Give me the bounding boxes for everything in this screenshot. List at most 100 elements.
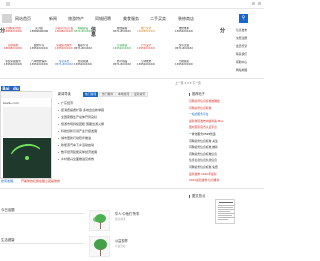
category-cell-phone: 0571-85XXXXXX (113, 30, 131, 34)
category-cell[interactable]: 营销策划 18698XXXXXX (4, 44, 22, 50)
news-row[interactable]: 数字经济赋能实体经济发展 (58, 149, 178, 156)
news-row[interactable]: 旅游市场持续回暖 假期出游火爆 (58, 121, 178, 128)
document-thumbnail[interactable] (215, 199, 235, 224)
page-link[interactable]: 1 (184, 81, 186, 85)
next-page-link[interactable]: 下一页 (192, 81, 200, 85)
tab-recommend[interactable]: 热门推荐 (99, 92, 117, 97)
home-tile[interactable] (2, 14, 12, 23)
section-title: 今日话题 (1, 207, 15, 212)
category-cell[interactable]: 管道疏通 13952XXXXXX (74, 60, 92, 66)
category-cell[interactable]: 网站建设 0571-8XXXXXX (74, 27, 92, 33)
news-row[interactable]: 新能源汽车下乡活动启动 (58, 142, 178, 149)
health-title[interactable]: 生活健康 (1, 238, 15, 242)
category-cell[interactable]: 空调维修 13952XXXXXX (137, 60, 155, 66)
news-row[interactable]: 城市更新行动稳步推进 (58, 135, 178, 142)
category-cell[interactable]: 宽带安装 0571-8XXXXXX (175, 44, 193, 50)
category-cell-phone: 13952XXXXXX (74, 63, 92, 67)
topic-title[interactable]: 今日话题 (1, 208, 15, 212)
divider (0, 78, 264, 79)
recommend-row[interactable]: 一站式服务平台 (189, 111, 263, 117)
doc-line (218, 207, 233, 208)
tab-latest[interactable]: 最新资讯 (131, 92, 149, 97)
category-cell-phone: 13952XXXXXX (30, 63, 48, 67)
side-link[interactable]: 免费注册 (236, 36, 247, 40)
search-icon[interactable]: ⚲ (239, 14, 248, 23)
category-cell[interactable]: 专业家政服务 13952XXXXXX (4, 60, 22, 66)
charity-thumbnail[interactable] (89, 236, 110, 257)
category-cell[interactable]: 推广优化 13608XXXXXX (137, 27, 155, 33)
bullet-icon (58, 144, 59, 146)
nav-item[interactable]: 新闻 (49, 14, 57, 23)
category-cell[interactable]: 维修维护 13952XXXXXX (175, 27, 193, 33)
side-link[interactable]: 信息发布 (236, 28, 247, 32)
category-cell[interactable]: 吴小姐 13800000000 (30, 27, 48, 33)
category-cell[interactable]: 汽车维修保养 13952XXXXXX (30, 60, 48, 66)
recommend-row[interactable]: 闪购商务信息标准 (189, 105, 263, 111)
news-row[interactable]: 科技创新引领产业升级发展 (58, 128, 178, 135)
category-cell[interactable]: 专业清洗 0571-8XXXXXX (55, 60, 73, 66)
news-row[interactable]: 全国夏粮生产总体开局良好 (58, 114, 178, 121)
category-grid: 分 信息 分 全国招商代理 13952XXXXXX 吴小姐 13800000000 小程… (0, 26, 264, 78)
category-cell-phone: 13608XXXXXX (55, 30, 73, 34)
tab-hot-news[interactable]: 热门新闻 (83, 92, 99, 97)
side-link[interactable]: 帮助中心 (236, 60, 247, 64)
doc-line (218, 213, 234, 214)
nav-item[interactable]: 网站首页 (15, 14, 31, 23)
category-cell[interactable]: 办公用品 0571-8XXXXXX (113, 60, 131, 66)
category-cell[interactable]: 在线客服0571-85XXXXXX (113, 27, 131, 33)
recommend-row[interactable]: 闪购商务信息标准 推荐 (189, 144, 263, 150)
news-row[interactable]: 促消费提质扩容 多地出台新举措 (58, 107, 178, 114)
news-row-text: 促消费提质扩容 多地出台新举措 (61, 108, 104, 112)
side-link[interactable]: 联系我们 (236, 52, 247, 56)
nav-item[interactable]: 旅游特产 (68, 14, 84, 23)
category-cell-phone: 13952XXXXXX (30, 47, 48, 51)
page-link[interactable]: 2 (187, 81, 189, 85)
top-bar-icon[interactable] (252, 2, 255, 5)
recommend-row[interactable]: 闪购商务信息标准 免费 (189, 164, 263, 170)
divider (0, 188, 264, 189)
prev-page-link[interactable]: 上一页 (175, 81, 183, 85)
bullet-icon (58, 109, 59, 111)
category-cell[interactable]: 装修公司 13952XXXXXX (30, 44, 48, 50)
side-link[interactable]: 会员登录 (236, 44, 247, 48)
category-cell-phone: 13952XXXXXX (137, 63, 155, 67)
bullet-icon (58, 158, 59, 160)
news-row[interactable]: 广东经济 (58, 100, 178, 107)
doc-line (218, 205, 234, 206)
category-cell[interactable]: 广告设计 13952XXXXXX (137, 44, 155, 50)
category-cell[interactable]: 开锁换锁 13952XXXXXX (113, 44, 131, 50)
recommend-row[interactable]: 一体化服务0598优选 (189, 131, 263, 137)
category-cell[interactable]: 小程序小店开发 13608XXXXXX (55, 27, 73, 33)
nav-item[interactable]: 二手买卖 (150, 14, 166, 23)
category-cell[interactable]: 搬家公司 0571-8XXXXXX (74, 44, 92, 50)
news-row-text: 乡村振兴全面推进见成效 (61, 157, 95, 161)
topic-thumbnail[interactable] (89, 210, 110, 231)
category-cell[interactable]: 家政保洁服务 13952XXXXXX (55, 44, 73, 50)
promo-text[interactable]: 开着你的红旗在路上就是你的 (21, 179, 60, 183)
promo-text[interactable]: 搜索发展， (1, 179, 16, 183)
recommend-row[interactable]: 最新重磅发布内容查看 Mos (189, 118, 263, 124)
bullet-icon (58, 123, 59, 125)
nav-item[interactable]: 美食服务 (123, 14, 139, 23)
nav-item[interactable]: 装修商店 (178, 14, 194, 23)
block-title[interactable]: 公益视界 (115, 238, 128, 243)
category-cell[interactable]: 全国招商代理 13952XXXXXX (4, 27, 22, 33)
block-title[interactable]: 华人·中他们'所事 (115, 211, 139, 216)
recommend-row[interactable]: 闪购商务信息标准准确性 (189, 98, 263, 104)
tab-local[interactable]: 本地新闻 (115, 92, 133, 97)
recommend-row[interactable]: 国内首家官方认证平台 (189, 124, 263, 130)
category-cell-phone: 13952XXXXXX (4, 30, 22, 34)
category-cell[interactable]: 驾校报名 13952XXXXXX (175, 60, 193, 66)
section-title: 生活健康 (1, 237, 15, 242)
side-link[interactable]: 网站地图 (236, 68, 247, 72)
recommend-row[interactable]: 最新发布 2020年最新 (189, 171, 263, 177)
news-row[interactable]: 乡村振兴全面推进见成效 (58, 156, 178, 163)
nav-item[interactable]: 同城招聘 (95, 14, 111, 23)
recommend-row[interactable]: 信息信息信息信息信息 (189, 157, 263, 163)
recommend-row[interactable]: 闪购商务信息标准信息 (189, 151, 263, 157)
top-bar-icon[interactable] (258, 2, 261, 5)
dot-graphic (25, 156, 29, 160)
category-cell-phone: 13608XXXXXX (137, 30, 155, 34)
recommend-row[interactable]: 2020最新发布 信息推荐 (189, 177, 263, 183)
recommend-row[interactable]: 闪购商务信息标准 关注 (189, 138, 263, 144)
